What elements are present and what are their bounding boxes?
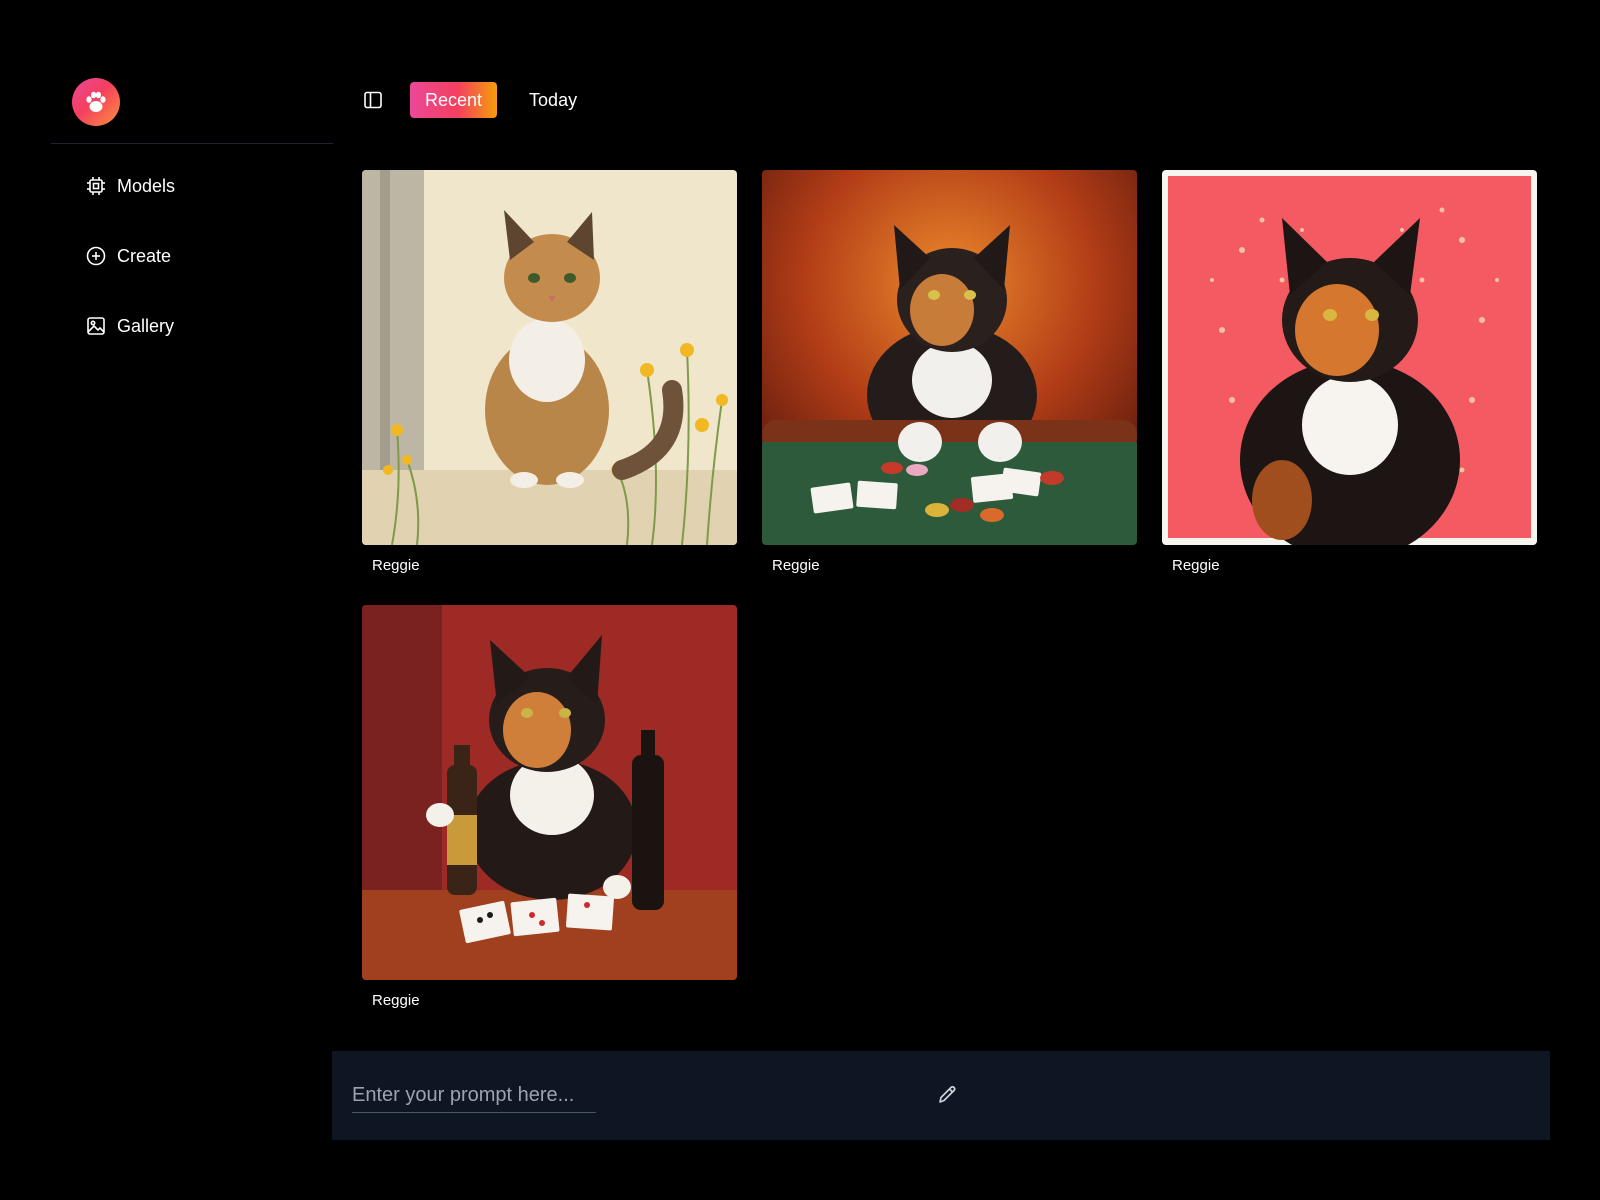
gallery-image[interactable] xyxy=(1162,170,1537,545)
image-caption: Reggie xyxy=(772,557,820,574)
sidebar: Models Create Gallery xyxy=(51,0,333,1200)
gallery-card[interactable]: Reggie xyxy=(762,170,1137,574)
app-root: Models Create Gallery Recent Today Reggi… xyxy=(0,0,1600,1200)
tab-today[interactable]: Today xyxy=(514,82,592,118)
gallery-card[interactable]: Reggie xyxy=(362,170,737,574)
plus-circle-icon xyxy=(85,245,107,267)
sidebar-nav: Models Create Gallery xyxy=(85,168,325,378)
paw-icon xyxy=(86,91,106,112)
tab-recent[interactable]: Recent xyxy=(410,82,498,118)
chip-icon xyxy=(85,175,107,197)
sidebar-item-create[interactable]: Create xyxy=(85,238,325,274)
gallery-image[interactable] xyxy=(762,170,1137,545)
image-icon xyxy=(85,315,107,337)
gallery-image[interactable] xyxy=(362,170,737,545)
app-logo[interactable] xyxy=(72,78,120,126)
prompt-input[interactable] xyxy=(352,1079,596,1113)
sidebar-item-models[interactable]: Models xyxy=(85,168,325,204)
gallery-image[interactable] xyxy=(362,605,737,980)
gallery-card[interactable]: Reggie xyxy=(362,605,737,1009)
image-caption: Reggie xyxy=(372,992,420,1009)
image-caption: Reggie xyxy=(372,557,420,574)
pencil-icon xyxy=(939,1085,956,1103)
sidebar-toggle-button[interactable] xyxy=(362,89,384,111)
sidebar-item-label: Gallery xyxy=(117,315,175,336)
image-caption: Reggie xyxy=(1172,557,1220,574)
top-bar: Recent Today xyxy=(362,82,592,118)
sidebar-item-gallery[interactable]: Gallery xyxy=(85,308,325,344)
prompt-bar xyxy=(332,1051,1550,1140)
sidebar-header xyxy=(51,0,333,144)
sidebar-toggle-icon xyxy=(364,91,382,109)
sidebar-item-label: Create xyxy=(117,245,172,266)
gallery-card[interactable]: Reggie xyxy=(1162,170,1537,574)
edit-prompt-button[interactable] xyxy=(936,1084,958,1106)
sidebar-item-label: Models xyxy=(117,175,176,196)
